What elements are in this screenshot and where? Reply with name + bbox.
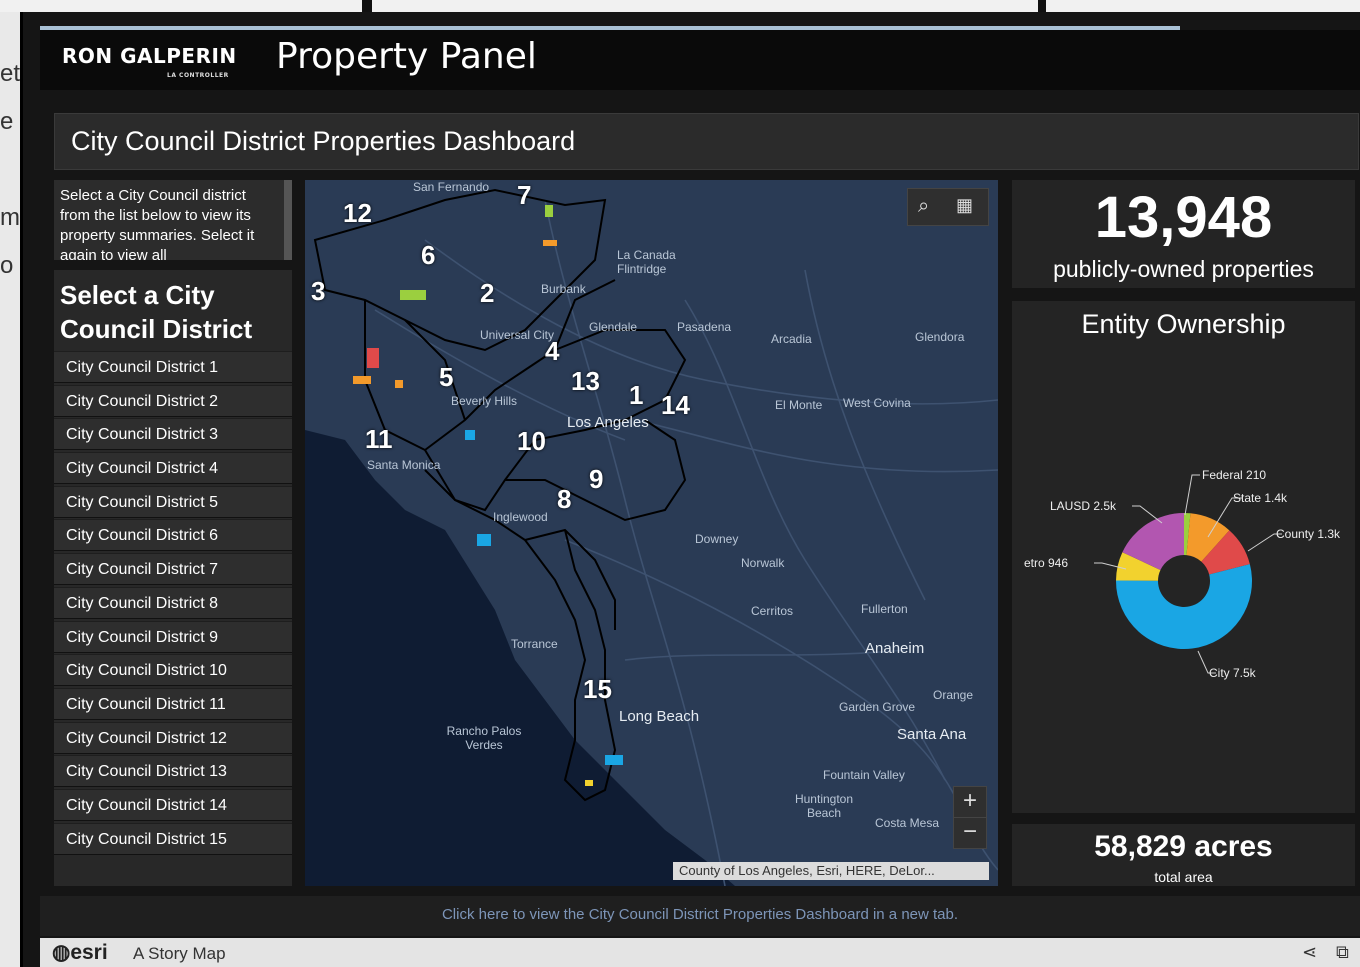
intro-text-panel[interactable]: Select a City Council district from the …	[54, 180, 292, 260]
map-place-label: Pasadena	[677, 320, 732, 334]
district-number-1[interactable]: 1	[629, 380, 643, 411]
esri-logo[interactable]: ◍esri	[52, 940, 108, 965]
map-place-label: West Covina	[843, 396, 911, 410]
total-acres-panel: 58,829 acres total area	[1012, 824, 1355, 886]
map-place-label: Fountain Valley	[823, 768, 905, 782]
district-number-15[interactable]: 15	[583, 674, 612, 705]
district-item-1[interactable]: City Council District 1	[54, 351, 292, 383]
ownership-chart-panel: Entity Ownership Federal 210 State 1.4k …	[1012, 301, 1355, 813]
map-place-label: Santa Ana	[897, 726, 967, 743]
district-item-2[interactable]: City Council District 2	[54, 384, 292, 417]
district-number-7[interactable]: 7	[517, 180, 531, 211]
total-acres: 58,829 acres	[1094, 830, 1273, 863]
district-item-13[interactable]: City Council District 13	[54, 755, 292, 788]
district-number-9[interactable]: 9	[589, 464, 603, 495]
map-place-label: Costa Mesa	[875, 816, 940, 830]
map-place-label: Cerritos	[751, 604, 794, 618]
district-item-9[interactable]: City Council District 9	[54, 620, 292, 653]
total-acres-label: total area	[1154, 869, 1213, 885]
zoom-out-button[interactable]: −	[953, 817, 987, 849]
property-count-label: publicly-owned properties	[1053, 256, 1314, 282]
map-place-label: Arcadia	[771, 332, 812, 346]
map-toolbar: ⌕ ▦	[907, 188, 989, 226]
district-number-14[interactable]: 14	[661, 390, 690, 421]
callout-county: County 1.3k	[1276, 527, 1341, 541]
district-number-12[interactable]: 12	[343, 198, 372, 229]
map-place-label: Anaheim	[865, 640, 925, 657]
callout-state: State 1.4k	[1233, 491, 1288, 505]
story-map-bar: ◍esri A Story Map ⋖ ⧉	[40, 938, 1360, 967]
map-place-label: Glendora	[915, 330, 965, 344]
map-place-label: Huntington Beach	[794, 792, 854, 820]
zoom-in-button[interactable]: +	[953, 786, 987, 818]
external-link-icon[interactable]: ⧉	[1336, 942, 1349, 963]
map-place-label: Rancho Palos Verdes	[446, 724, 522, 752]
district-number-5[interactable]: 5	[439, 362, 453, 393]
map-place-label: San Fernando	[413, 180, 490, 194]
search-icon[interactable]: ⌕	[918, 195, 929, 218]
district-selector-panel: Select a City Council District City Coun…	[54, 270, 292, 886]
story-map-label: A Story Map	[133, 944, 226, 963]
intro-scrollbar[interactable]	[284, 180, 292, 260]
map-place-label: Glendale	[589, 320, 638, 334]
map-place-label: Fullerton	[861, 602, 908, 616]
globe-icon: ◍	[52, 941, 71, 964]
map-place-label: Beverly Hills	[451, 394, 518, 408]
map-place-label: La Canada Flintridge	[617, 248, 676, 276]
map-place-label: Santa Monica	[367, 458, 441, 472]
callout-lausd: LAUSD 2.5k	[1050, 499, 1117, 513]
district-item-4[interactable]: City Council District 4	[54, 452, 292, 485]
map-attribution[interactable]: County of Los Angeles, Esri, HERE, DeLor…	[673, 862, 989, 880]
district-item-12[interactable]: City Council District 12	[54, 721, 292, 754]
property-count-panel: 13,948 publicly-owned properties	[1012, 180, 1355, 288]
map-place-label: Garden Grove	[839, 700, 916, 714]
district-map[interactable]: San Fernando La Canada Flintridge Burban…	[305, 180, 998, 886]
qr-code-icon[interactable]: ▦	[956, 195, 973, 216]
property-count: 13,948	[1094, 185, 1273, 250]
district-item-10[interactable]: City Council District 10	[54, 654, 292, 687]
district-number-11[interactable]: 11	[365, 424, 393, 455]
open-dashboard-link[interactable]: Click here to view the City Council Dist…	[442, 906, 958, 923]
share-icon[interactable]: ⋖	[1302, 942, 1317, 963]
dashboard-title: City Council District Properties Dashboa…	[71, 126, 576, 156]
footer-bar: Click here to view the City Council Dist…	[40, 896, 1360, 936]
district-number-3[interactable]: 3	[311, 276, 325, 307]
district-item-7[interactable]: City Council District 7	[54, 553, 292, 586]
district-number-10[interactable]: 10	[517, 426, 546, 457]
district-item-14[interactable]: City Council District 14	[54, 788, 292, 821]
map-place-label: Universal City	[480, 328, 555, 342]
district-item-8[interactable]: City Council District 8	[54, 586, 292, 619]
intro-text: Select a City Council district from the …	[60, 187, 255, 260]
callout-federal: Federal 210	[1202, 468, 1267, 482]
district-number-4[interactable]: 4	[545, 336, 559, 367]
map-place-label: Orange	[933, 688, 974, 702]
background-top-bar	[0, 0, 1360, 12]
map-place-label: Norwalk	[741, 556, 785, 570]
district-item-6[interactable]: City Council District 6	[54, 519, 292, 552]
app-title: Property Panel	[276, 36, 537, 77]
map-place-label: Inglewood	[493, 510, 548, 524]
app-header: RON GALPERIN LA CONTROLLER Property Pane…	[40, 30, 1360, 90]
map-place-label: El Monte	[775, 398, 823, 412]
dashboard-title-bar: City Council District Properties Dashboa…	[54, 113, 1359, 170]
district-item-3[interactable]: City Council District 3	[54, 418, 292, 451]
background-left-text: et e m o	[0, 60, 21, 279]
district-panel-heading: Select a City Council District	[60, 280, 253, 344]
district-item-15[interactable]: City Council District 15	[54, 822, 292, 855]
map-place-label: Burbank	[541, 282, 586, 296]
callout-metro: Metro 946	[1024, 556, 1069, 570]
district-item-5[interactable]: City Council District 5	[54, 485, 292, 518]
district-list: City Council District 1 City Council Dis…	[54, 351, 292, 856]
district-item-11[interactable]: City Council District 11	[54, 687, 292, 720]
callout-city: City 7.5k	[1209, 666, 1256, 680]
map-place-label: Los Angeles	[567, 414, 649, 431]
map-place-label: Torrance	[511, 637, 558, 651]
map-place-label: Downey	[695, 532, 739, 546]
district-number-2[interactable]: 2	[480, 278, 494, 309]
district-number-13[interactable]: 13	[571, 366, 600, 397]
district-number-8[interactable]: 8	[557, 484, 571, 515]
district-number-6[interactable]: 6	[421, 240, 435, 271]
map-place-label: Long Beach	[619, 708, 700, 725]
controller-logo[interactable]: RON GALPERIN LA CONTROLLER	[62, 44, 237, 79]
